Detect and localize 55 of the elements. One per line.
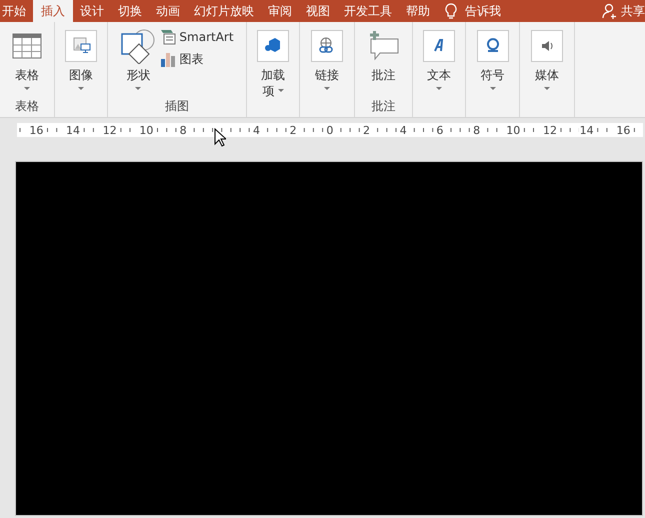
ribbon-small-button[interactable]: SmartArt xyxy=(160,28,234,46)
ruler-number: 10 xyxy=(138,124,154,136)
ribbon-button[interactable]: 表格 xyxy=(12,28,42,97)
ribbon-tab[interactable]: 开始 xyxy=(0,0,33,22)
ribbon-button[interactable]: 符号 xyxy=(476,28,508,97)
ribbon-tab[interactable]: 开发工具 xyxy=(337,0,399,22)
lightbulb-icon[interactable] xyxy=(445,2,457,20)
group-label: 插图 xyxy=(165,98,189,115)
ruler-number: 4 xyxy=(398,124,408,136)
ruler-number: 8 xyxy=(178,124,188,136)
ruler-number: 12 xyxy=(542,124,558,136)
ribbon-tab[interactable]: 切换 xyxy=(111,0,149,22)
ribbon-tab[interactable]: 设计 xyxy=(73,0,111,22)
ribbon-button[interactable]: 图像 xyxy=(65,28,97,97)
ribbon-tab[interactable]: 视图 xyxy=(299,0,337,22)
ribbon-tab[interactable]: 幻灯片放映 xyxy=(187,0,261,22)
ribbon-tab[interactable]: 审阅 xyxy=(261,0,299,22)
ruler-number: 16 xyxy=(28,124,44,136)
ribbon-button[interactable]: 媒体 xyxy=(531,28,563,97)
letter-icon xyxy=(423,30,455,62)
person-plus-icon xyxy=(602,3,618,19)
group-label: 表格 xyxy=(15,98,39,115)
bar-chart-icon xyxy=(160,51,176,67)
globe-link-icon xyxy=(311,30,343,62)
ruler-number: 4 xyxy=(252,124,261,136)
ruler-number: 2 xyxy=(362,124,372,136)
ribbon-small-button[interactable]: 图表 xyxy=(160,50,234,68)
omega-icon xyxy=(476,30,508,62)
picture-frame-icon xyxy=(65,30,97,62)
ribbon-tab[interactable]: 帮助 xyxy=(399,0,437,22)
ribbon-button[interactable]: 加载 项 xyxy=(257,28,289,99)
ribbon-button[interactable]: 链接 xyxy=(311,28,343,97)
tell-me-field[interactable]: 告诉我 xyxy=(465,2,501,20)
ruler-number: 6 xyxy=(435,124,444,136)
ruler-number: 16 xyxy=(615,124,632,136)
speaker-icon xyxy=(531,30,563,62)
ribbon-tab[interactable]: 动画 xyxy=(149,0,187,22)
diagram-icon xyxy=(160,29,176,45)
cube-icon xyxy=(257,30,289,62)
ribbon-button[interactable]: 批注 xyxy=(368,28,400,97)
ribbon-button[interactable]: 形状 xyxy=(120,28,156,97)
ruler-number: 14 xyxy=(578,124,595,136)
shapes-icon xyxy=(120,28,156,64)
group-label: 批注 xyxy=(372,98,396,115)
ruler-number: 8 xyxy=(472,124,482,136)
ruler-number: 12 xyxy=(102,124,118,136)
ruler-number: 10 xyxy=(505,124,522,136)
ribbon-button[interactable]: 文本 xyxy=(423,28,455,97)
ruler-number: 14 xyxy=(65,124,82,136)
ruler-number: 0 xyxy=(325,124,334,136)
ruler-number: 2 xyxy=(288,124,298,136)
table-icon xyxy=(12,33,42,59)
ribbon-tab[interactable]: 插入 xyxy=(33,0,73,22)
speech-bubble-plus-icon xyxy=(368,31,400,61)
share-button[interactable]: 共享 xyxy=(602,0,645,22)
